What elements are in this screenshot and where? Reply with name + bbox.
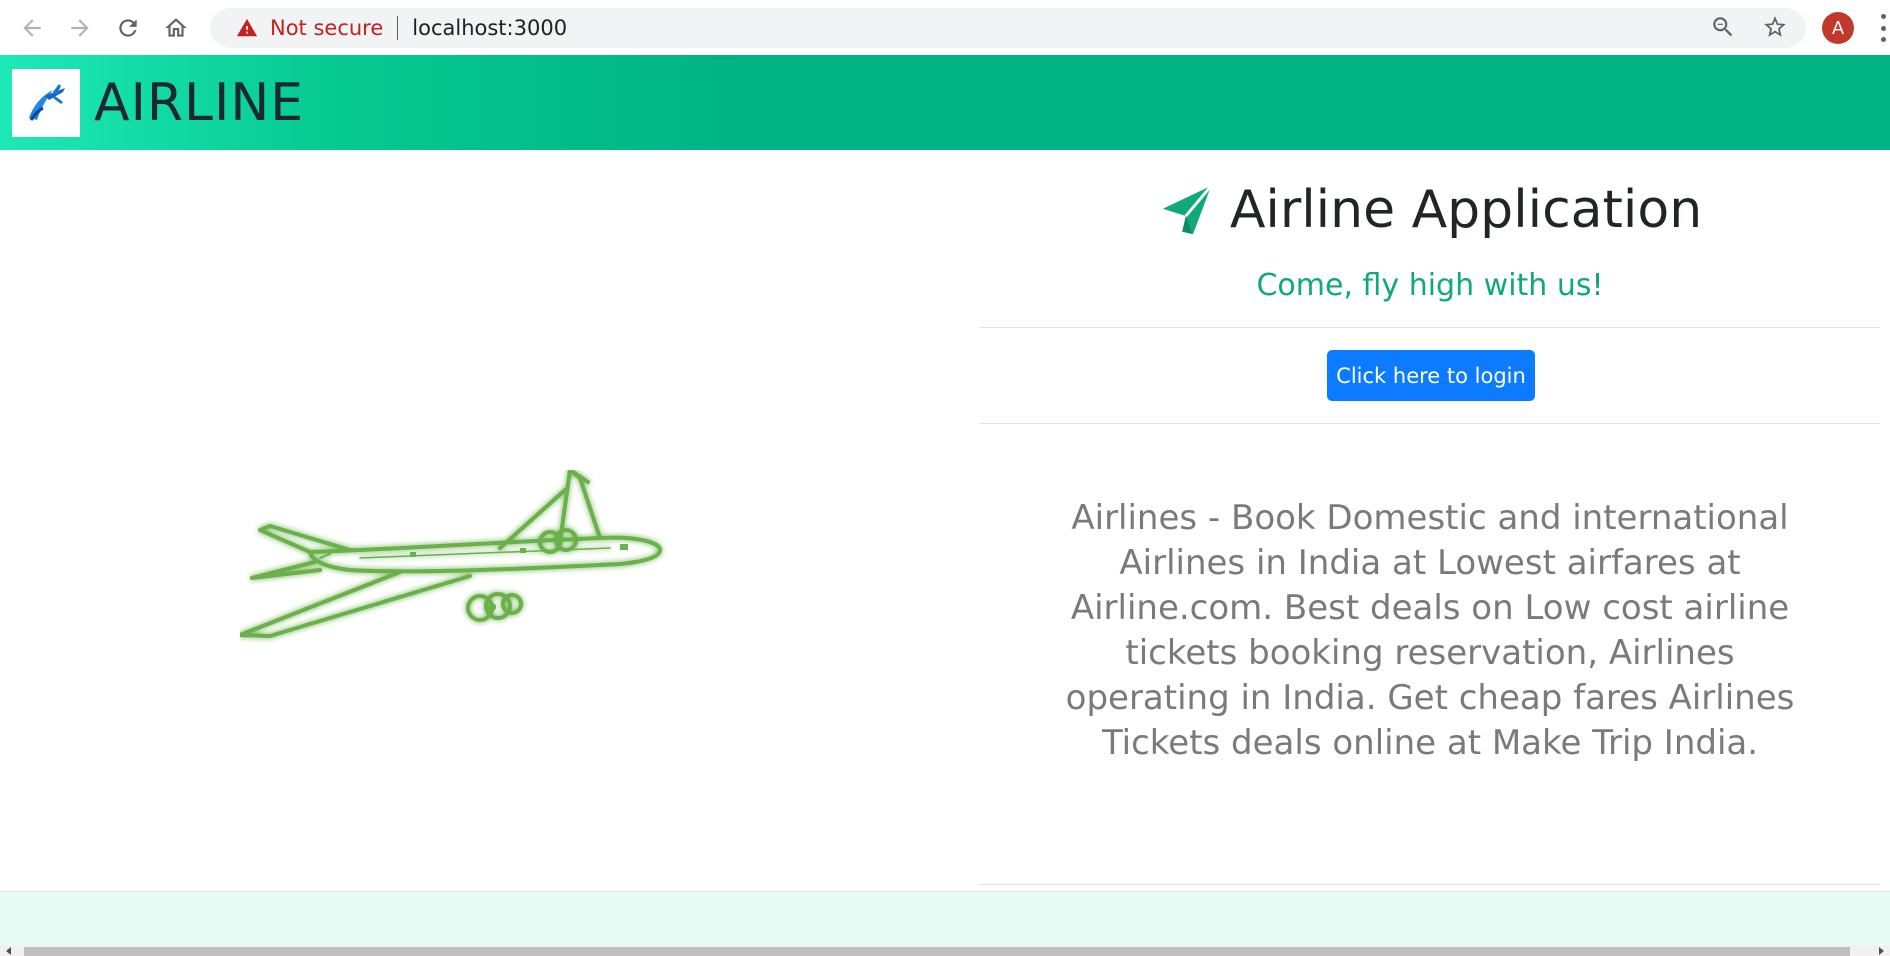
- profile-avatar[interactable]: A: [1822, 12, 1854, 44]
- home-icon: [165, 17, 187, 37]
- url-text[interactable]: localhost:3000: [412, 16, 567, 40]
- scrollbar-thumb[interactable]: [24, 947, 1850, 956]
- airplane-illustration: [240, 470, 662, 638]
- browser-toolbar: Not secure localhost:3000 A: [0, 0, 1890, 55]
- forward-icon: [71, 18, 89, 37]
- back-button[interactable]: [8, 4, 56, 52]
- reload-button[interactable]: [104, 4, 152, 52]
- page-title: Airline Application: [980, 180, 1880, 240]
- login-button[interactable]: Click here to login: [1327, 350, 1535, 401]
- star-icon[interactable]: [1762, 14, 1788, 40]
- airplane-logo-icon: [29, 83, 65, 121]
- page-title-text: Airline Application: [1229, 180, 1703, 240]
- tagline: Come, fly high with us!: [1256, 268, 1604, 303]
- reload-icon: [119, 18, 137, 37]
- omnibox-divider: [397, 16, 399, 40]
- main-panel: Airline Application Come, fly high with …: [980, 150, 1880, 890]
- brand-name[interactable]: AIRLINE: [94, 73, 304, 133]
- description-text: Airlines - Book Domestic and internation…: [1065, 498, 1795, 763]
- zoom-out-icon[interactable]: [1710, 14, 1736, 40]
- app-header: AIRLINE: [0, 55, 1890, 150]
- warning-icon: [236, 18, 258, 37]
- horizontal-scrollbar[interactable]: [0, 945, 1890, 956]
- home-button[interactable]: [152, 4, 200, 52]
- menu-icon[interactable]: [1876, 14, 1890, 42]
- divider-top: [980, 327, 1880, 328]
- scroll-right-arrow[interactable]: [1874, 945, 1888, 956]
- scroll-left-arrow[interactable]: [2, 945, 16, 956]
- back-icon: [23, 18, 41, 37]
- divider-bottom: [980, 884, 1880, 885]
- omnibox-actions: [1710, 14, 1788, 40]
- address-bar[interactable]: Not secure localhost:3000: [210, 8, 1806, 48]
- security-label[interactable]: Not secure: [270, 16, 383, 40]
- paper-plane-icon: [1162, 184, 1213, 235]
- divider-middle: [980, 423, 1880, 424]
- forward-button[interactable]: [56, 4, 104, 52]
- footer: [0, 891, 1890, 945]
- brand-logo[interactable]: [12, 68, 80, 137]
